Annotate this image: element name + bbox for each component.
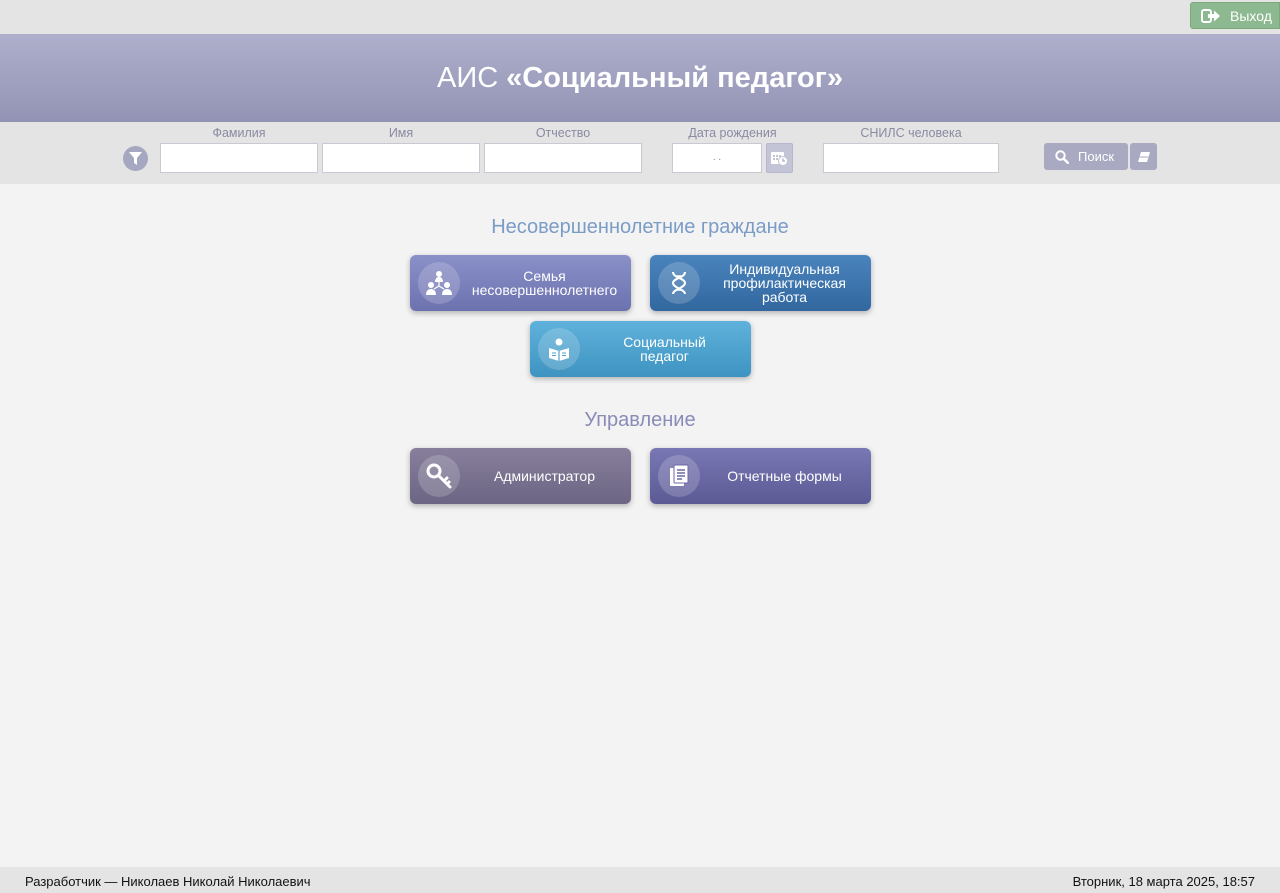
surname-input[interactable] <box>160 143 318 173</box>
surname-label: Фамилия <box>212 126 266 140</box>
calendar-icon <box>771 152 788 166</box>
tile-individual-work[interactable]: Индивидуальная профилактическая работа <box>650 255 871 311</box>
birthdate-label: Дата рождения <box>688 126 777 140</box>
search-bar: Фамилия Имя Отчество Дата рождения . . С… <box>0 122 1280 184</box>
current-datetime: Вторник, 18 марта 2025, 18:57 <box>1072 874 1255 889</box>
calendar-button[interactable] <box>766 143 793 173</box>
filter-icon <box>129 152 142 165</box>
snils-label: СНИЛС человека <box>860 126 962 140</box>
app-title: «Социальный педагог» <box>506 61 843 94</box>
tile-family[interactable]: Семья несовершеннолетнего <box>410 255 631 311</box>
clear-button[interactable] <box>1130 143 1157 170</box>
app-title-prefix: АИС <box>437 61 499 94</box>
snils-input[interactable] <box>823 143 999 173</box>
name-label: Имя <box>388 126 414 140</box>
tile-administrator-label: Администратор <box>493 468 595 484</box>
logout-button[interactable]: Выход <box>1190 2 1280 29</box>
patronymic-label: Отчество <box>535 126 591 140</box>
tile-family-label: Семья несовершеннолетнего <box>471 268 618 298</box>
tile-social-pedagogue[interactable]: Социальный педагог <box>530 321 751 377</box>
patronymic-input[interactable] <box>484 143 642 173</box>
top-bar: Выход <box>0 0 1280 34</box>
filter-button[interactable] <box>123 146 148 171</box>
search-label: Поиск <box>1078 149 1115 164</box>
tile-social-pedagogue-label: Социальный педагог <box>623 334 706 364</box>
section-title-management: Управление <box>584 409 696 431</box>
reader-icon <box>538 328 580 370</box>
section-title-minors: Несовершеннолетние граждане <box>491 216 789 238</box>
birthdate-input[interactable]: . . <box>672 143 762 173</box>
developer-credit: Разработчик — Николаев Николай Николаеви… <box>25 874 311 889</box>
tile-individual-work-label: Индивидуальная профилактическая работа <box>723 261 846 305</box>
footer: Разработчик — Николаев Николай Николаеви… <box>0 867 1280 893</box>
tile-report-forms[interactable]: Отчетные формы <box>650 448 871 504</box>
tile-administrator[interactable]: Администратор <box>410 448 631 504</box>
name-input[interactable] <box>322 143 480 173</box>
eraser-icon <box>1137 151 1150 162</box>
tile-report-forms-label: Отчетные формы <box>727 468 842 484</box>
family-icon <box>418 262 460 304</box>
logout-icon <box>1201 8 1220 23</box>
key-icon <box>418 455 460 497</box>
search-button[interactable]: Поиск <box>1044 143 1128 170</box>
search-icon <box>1055 149 1069 164</box>
dna-icon <box>658 262 700 304</box>
document-icon <box>658 455 700 497</box>
app-header: АИС «Социальный педагог» <box>0 34 1280 122</box>
logout-label: Выход <box>1230 7 1272 24</box>
